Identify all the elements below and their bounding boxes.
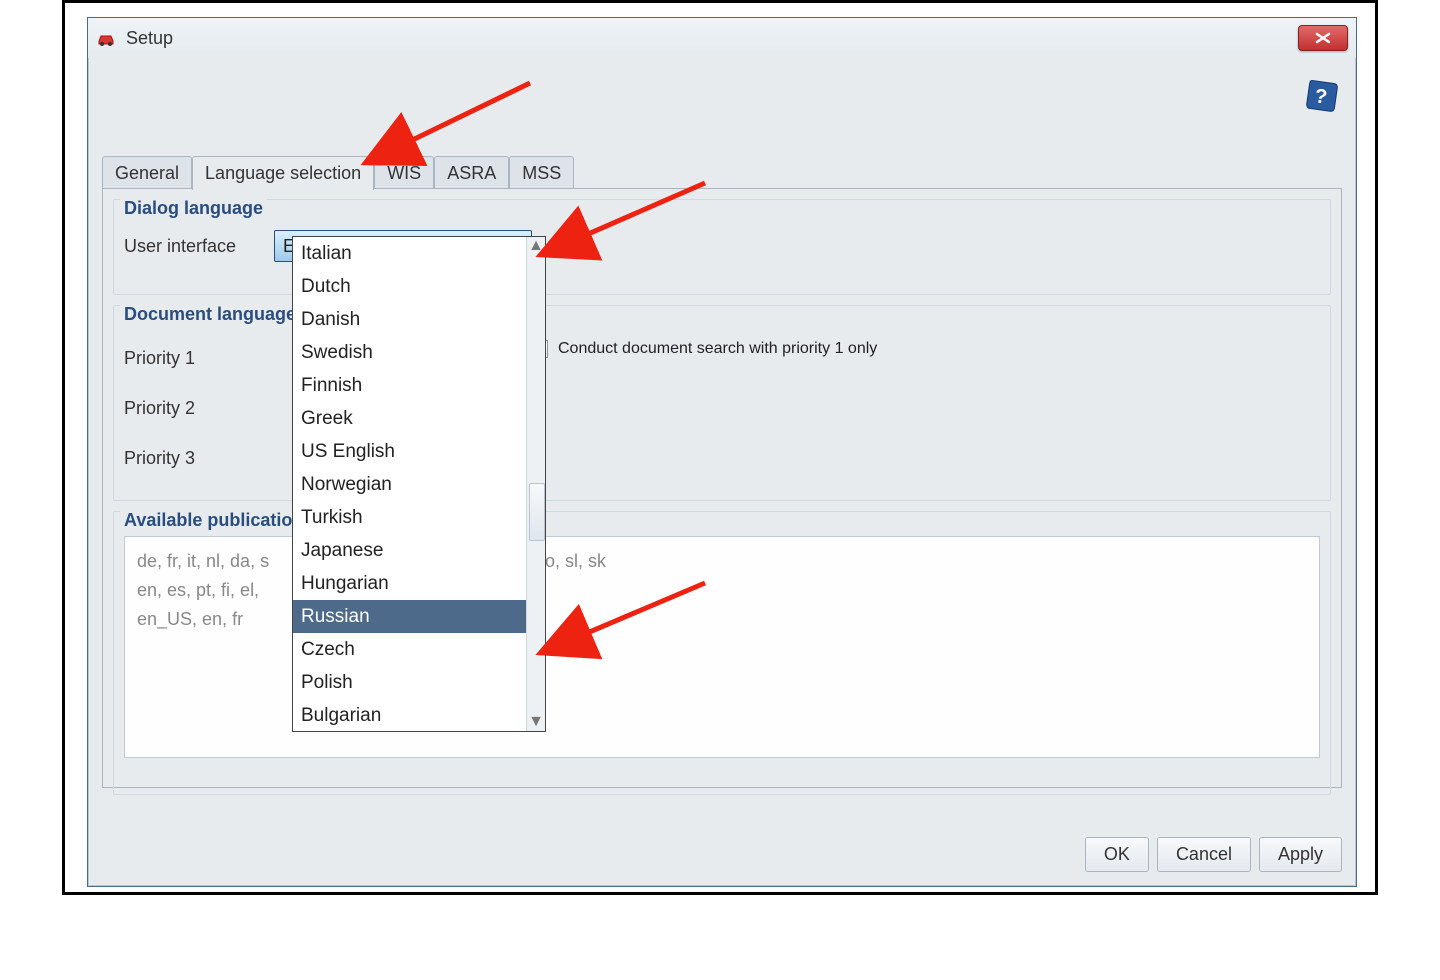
dropdown-item[interactable]: Polish (293, 666, 527, 699)
tab-asra[interactable]: ASRA (434, 156, 509, 190)
priority3-label: Priority 3 (124, 448, 274, 469)
dialog-footer: OK Cancel Apply (1085, 837, 1342, 872)
priority2-label: Priority 2 (124, 398, 274, 419)
dropdown-scrollbar[interactable]: ▲ ▼ (526, 237, 545, 731)
dropdown-item[interactable]: US English (293, 435, 527, 468)
ok-button[interactable]: OK (1085, 837, 1149, 872)
dropdown-item[interactable]: Danish (293, 303, 527, 336)
dropdown-item[interactable]: Japanese (293, 534, 527, 567)
help-button[interactable]: ? (1302, 76, 1342, 116)
priority1-label: Priority 1 (124, 348, 274, 369)
tab-general[interactable]: General (102, 156, 192, 190)
close-button[interactable] (1298, 25, 1348, 51)
setup-window: Setup ? General Language selection WIS A… (87, 17, 1357, 887)
dropdown-item[interactable]: Hungarian (293, 567, 527, 600)
scroll-down-icon[interactable]: ▼ (527, 713, 545, 731)
priority1-only-label: Conduct document search with priority 1 … (558, 340, 877, 358)
dropdown-item[interactable]: Czech (293, 633, 527, 666)
user-interface-label: User interface (124, 236, 274, 257)
tab-content: Dialog language User interface English D… (102, 188, 1342, 788)
scroll-thumb[interactable] (529, 483, 545, 541)
scroll-up-icon[interactable]: ▲ (527, 237, 545, 255)
user-interface-dropdown[interactable]: ItalianDutchDanishSwedishFinnishGreekUS … (292, 236, 546, 732)
available-publications-legend: Available publications (120, 510, 317, 531)
dropdown-item[interactable]: Bulgarian (293, 699, 527, 731)
tab-wis[interactable]: WIS (374, 156, 434, 190)
cancel-button[interactable]: Cancel (1157, 837, 1251, 872)
titlebar: Setup (88, 18, 1356, 58)
dropdown-item[interactable]: Russian (293, 600, 527, 633)
dropdown-item[interactable]: Finnish (293, 369, 527, 402)
dropdown-item[interactable]: Italian (293, 237, 527, 270)
avail-line1b: ro, sl, sk (539, 547, 606, 576)
app-icon (96, 28, 116, 48)
dropdown-item[interactable]: Norwegian (293, 468, 527, 501)
apply-button[interactable]: Apply (1259, 837, 1342, 872)
dropdown-item[interactable]: Greek (293, 402, 527, 435)
window-title: Setup (126, 28, 173, 49)
document-language-legend: Document language (120, 304, 300, 325)
close-icon (1314, 32, 1332, 44)
tab-language-selection[interactable]: Language selection (192, 156, 374, 190)
dropdown-item[interactable]: Turkish (293, 501, 527, 534)
dropdown-item[interactable]: Dutch (293, 270, 527, 303)
tab-strip: General Language selection WIS ASRA MSS (102, 156, 574, 190)
dropdown-item[interactable]: Swedish (293, 336, 527, 369)
dialog-language-legend: Dialog language (120, 198, 267, 219)
help-icon: ? (1304, 78, 1340, 114)
tab-mss[interactable]: MSS (509, 156, 574, 190)
